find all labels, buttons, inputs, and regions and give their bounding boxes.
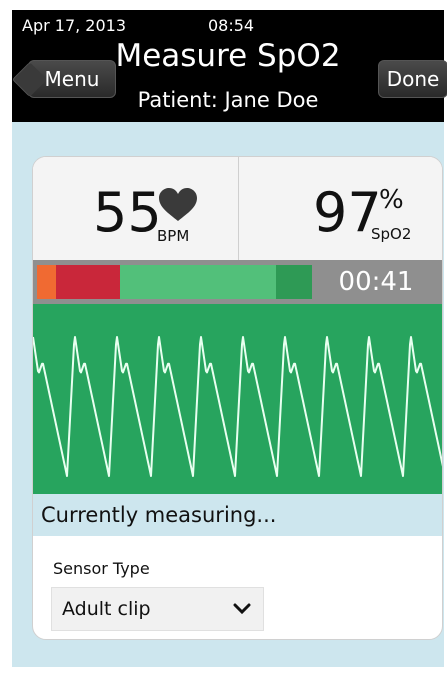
heart-rate-unit: BPM bbox=[157, 227, 190, 245]
heart-rate-value: 55 bbox=[93, 181, 162, 244]
signal-bar-segment bbox=[119, 265, 277, 299]
measurement-status: Currently measuring... bbox=[33, 494, 442, 536]
sensor-type-value: Adult clip bbox=[62, 598, 151, 620]
readings-panel: 55 BPM 97 % SpO2 bbox=[33, 157, 442, 260]
sensor-type-label: Sensor Type bbox=[53, 559, 150, 578]
pleth-waveform bbox=[33, 304, 442, 494]
heart-icon bbox=[159, 188, 197, 221]
phone-screen: Apr 17, 2013 08:54 Measure SpO2 Patient:… bbox=[0, 0, 447, 677]
done-button-label: Done bbox=[386, 67, 440, 91]
signal-quality-bar bbox=[37, 265, 312, 299]
chevron-down-icon bbox=[233, 603, 251, 615]
measurement-card: 55 BPM 97 % SpO2 00:41 Currently measuri… bbox=[32, 156, 443, 640]
sensor-type-select[interactable]: Adult clip bbox=[51, 587, 264, 631]
signal-bar-segment bbox=[56, 265, 120, 299]
status-date: Apr 17, 2013 bbox=[22, 16, 127, 35]
header-bar: Apr 17, 2013 08:54 Measure SpO2 Patient:… bbox=[12, 10, 447, 122]
elapsed-timer: 00:41 bbox=[338, 267, 414, 297]
waveform-graph bbox=[33, 336, 442, 477]
readings-divider bbox=[238, 157, 239, 260]
signal-quality-row: 00:41 bbox=[33, 260, 442, 304]
done-button[interactable]: Done bbox=[378, 60, 447, 98]
spo2-unit: SpO2 bbox=[371, 225, 412, 243]
signal-bar-segment bbox=[37, 265, 57, 299]
signal-bar-segment bbox=[276, 265, 312, 299]
status-time: 08:54 bbox=[208, 16, 255, 35]
menu-button-label: Menu bbox=[44, 67, 100, 91]
waveform-line bbox=[33, 336, 442, 477]
spo2-percent-sign: % bbox=[379, 185, 404, 215]
menu-button[interactable]: Menu bbox=[28, 60, 116, 98]
